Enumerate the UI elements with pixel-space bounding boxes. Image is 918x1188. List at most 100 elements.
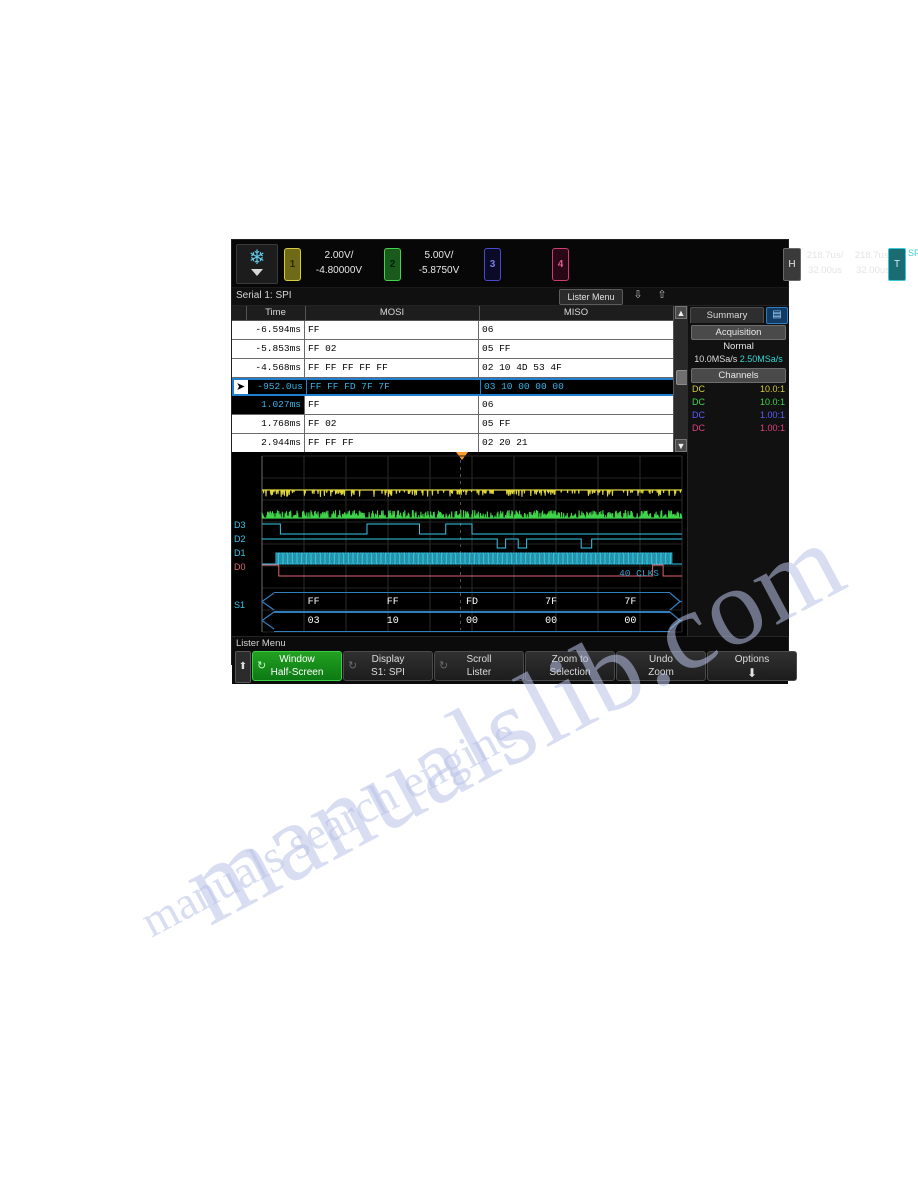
channel-coupling: DC — [692, 423, 705, 433]
cell-time: 1.027ms — [246, 396, 305, 414]
summary-sidebar: Summary ▤ Acquisition Normal 10.0MSa/s 2… — [687, 306, 789, 636]
acquisition-mode: Normal — [723, 341, 754, 352]
cell-miso: 05 FF — [479, 415, 673, 433]
bus-value-cell: 7F — [511, 592, 591, 613]
channel-summary-row: DC 10.0:1 — [688, 383, 789, 396]
cell-mosi: FF FF FD 7F 7F — [307, 380, 481, 394]
softkey-line1: Options — [734, 654, 770, 665]
lister-scrollbar[interactable]: ▲ ▼ — [673, 306, 688, 452]
cell-time: -5.853ms — [246, 340, 305, 358]
row-marker: ➤ — [234, 380, 249, 394]
trigger-badge[interactable]: T — [888, 248, 906, 281]
chevron-double-down-icon[interactable]: ⇩ — [630, 289, 646, 303]
horizontal-badge[interactable]: H — [783, 248, 801, 281]
lister-title-bar: Serial 1: SPI Lister Menu ⇩ ⇧ — [232, 288, 788, 306]
channel-3-button[interactable]: 3 — [484, 248, 501, 281]
bus-value-cell: 00 — [511, 611, 591, 632]
channel-4-button[interactable]: 4 — [552, 248, 569, 281]
channel-probe-ratio: 1.00:1 — [759, 410, 785, 420]
table-row[interactable]: 2.944ms FF FF FF 02 20 21 — [232, 434, 687, 453]
digital-d1-label[interactable]: D1 — [234, 548, 246, 558]
table-row[interactable]: 1.027ms FF 06 — [232, 396, 687, 415]
softkey-options[interactable]: Options ⬇ — [707, 651, 797, 681]
channel-1-scale: 2.00V/ — [324, 250, 354, 261]
scroll-down-arrow-icon[interactable]: ▼ — [675, 439, 687, 452]
column-header-time: Time — [246, 306, 306, 320]
summary-panel-icon[interactable]: ▤ — [766, 307, 788, 324]
row-marker — [232, 434, 247, 452]
autoscale-button[interactable]: ❄ — [236, 244, 278, 284]
digital-d2-label[interactable]: D2 — [234, 534, 246, 544]
cell-miso: 05 FF — [479, 340, 673, 358]
table-row[interactable]: ➤ -952.0us FF FF FD 7F 7F 03 10 00 00 00 — [232, 378, 687, 396]
lister-rows: -6.594ms FF 06 -5.853ms FF 02 05 FF -4.568ms FF… — [232, 321, 687, 453]
table-row[interactable]: 1.768ms FF 02 05 FF — [232, 415, 687, 434]
scroll-up-arrow-icon[interactable]: ▲ — [675, 306, 687, 319]
cell-miso: 02 20 21 — [479, 434, 673, 452]
lister-title: Serial 1: SPI — [236, 290, 292, 301]
serial-bus-label[interactable]: S1 — [234, 600, 245, 610]
softkey-scroll[interactable]: ↻ Scroll Lister — [434, 651, 524, 681]
chevron-double-up-icon[interactable]: ⇧ — [654, 289, 670, 303]
cell-miso: 06 — [479, 321, 673, 339]
softkey-line1: Undo — [649, 654, 673, 665]
cell-time: -952.0us — [248, 380, 307, 394]
cell-mosi: FF FF FF — [305, 434, 479, 452]
digital-d0-label[interactable]: D0 — [234, 562, 246, 572]
cell-time: -6.594ms — [246, 321, 305, 339]
page-up-arrow-icon[interactable]: ⬆ — [235, 651, 251, 683]
tab-summary[interactable]: Summary — [690, 307, 764, 323]
table-row[interactable]: -4.568ms FF FF FF FF FF 02 10 4D 53 4F — [232, 359, 687, 378]
bus-value-cell: FD — [432, 592, 512, 613]
digital-d3-label[interactable]: D3 — [234, 520, 246, 530]
table-row[interactable]: -5.853ms FF 02 05 FF — [232, 340, 687, 359]
channel-coupling: DC — [692, 397, 705, 407]
softkey-zoom-to[interactable]: Zoom to Selection — [525, 651, 615, 681]
softkey-line2: Zoom — [648, 667, 674, 678]
softkey-line1: Scroll — [466, 654, 492, 665]
column-header-mark — [232, 306, 247, 320]
bus-value-cell: 03 — [274, 611, 354, 632]
softkey-undo[interactable]: Undo Zoom — [616, 651, 706, 681]
channel-summary-list: DC 10.0:1 DC 10.0:1 DC 1.00:1 DC 1.00:1 — [688, 383, 789, 435]
bus-value-cell: 00 — [432, 611, 512, 632]
softkey-line1: Window — [279, 654, 315, 665]
oscilloscope-screen: ❄ 1 2.00V/ -4.80000V 2 5.00V/ -5.8750V 3… — [232, 240, 918, 684]
table-row[interactable]: -6.594ms FF 06 — [232, 321, 687, 340]
softkey-menu: Lister Menu ⬆ ↻ Window Half-Screen ↻ Display… — [232, 636, 797, 684]
column-header-miso: MISO — [479, 306, 674, 320]
lister-table: Time MOSI MISO -6.594ms FF 06 -5.853ms FF 02… — [232, 306, 688, 453]
snowflake-icon: ❄ — [248, 247, 266, 269]
waveform-display[interactable]: 1 2 D3 D2 D1 D0 S1 40 CLKS FF FF FD 7F 7F 03… — [232, 452, 687, 636]
softkey-line2: Half-Screen — [270, 667, 324, 678]
acquisition-header[interactable]: Acquisition — [691, 325, 786, 340]
channels-header[interactable]: Channels — [691, 368, 786, 383]
channel-summary-row: DC 1.00:1 — [688, 422, 789, 435]
softkey-menu-title: Lister Menu — [236, 638, 286, 649]
softkey-line1: Display — [371, 654, 405, 665]
softkey-line2: Selection — [549, 667, 591, 678]
horizontal-settings: 218.7us/ 32.00us — [802, 248, 848, 278]
softkey-display[interactable]: ↻ Display S1: SPI — [343, 651, 433, 681]
clock-count-annotation: 40 CLKS — [619, 568, 659, 579]
channel-1-values: 2.00V/ -4.80000V — [298, 248, 380, 278]
cell-miso: 06 — [479, 396, 673, 414]
bus-value-cell: FF — [353, 592, 433, 613]
cell-miso: 03 10 00 00 00 — [481, 380, 675, 394]
watermark-secondary: manuals search engine — [132, 706, 524, 947]
channel-2-values: 5.00V/ -5.8750V — [398, 248, 480, 278]
lister-menu-button[interactable]: Lister Menu — [559, 289, 623, 305]
channel-2-offset: -5.8750V — [418, 265, 460, 276]
row-marker — [232, 321, 247, 339]
softkey-window[interactable]: ↻ Window Half-Screen — [252, 651, 342, 681]
cell-time: 1.768ms — [246, 415, 305, 433]
softkey-line2: Lister — [466, 667, 492, 678]
bus-value-cell: 00 — [590, 611, 670, 632]
channel-coupling: DC — [692, 384, 705, 394]
sample-rate-secondary: 2.50MSa/s — [739, 354, 783, 364]
sample-rates: 10.0MSa/s 2.50MSa/s — [688, 353, 789, 366]
horizontal-scale: 218.7us/ — [806, 250, 844, 261]
channel-1-offset: -4.80000V — [315, 265, 363, 276]
channel-1-trace-label[interactable]: 1 — [234, 480, 239, 490]
cell-miso: 02 10 4D 53 4F — [479, 359, 673, 377]
